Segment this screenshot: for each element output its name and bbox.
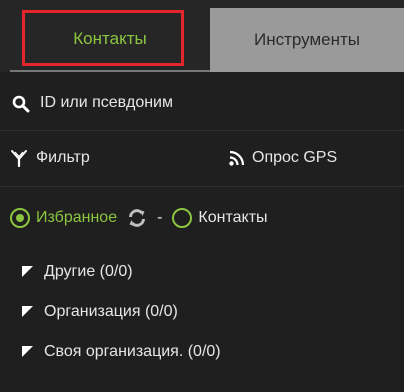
group-item-other[interactable]: Другие (0/0): [22, 256, 133, 288]
contacts-radio[interactable]: [172, 208, 193, 228]
search-icon: [12, 95, 30, 113]
mode-switch: Избранное - Контакты: [10, 200, 268, 236]
group-label: Организация (0/0): [44, 303, 178, 320]
divider: [0, 130, 404, 131]
filter-icon: [11, 150, 27, 167]
favorites-radio[interactable]: [10, 208, 30, 228]
expand-triangle-icon: [22, 266, 33, 277]
expand-triangle-icon: [22, 346, 33, 357]
search-placeholder: ID или псевдоним: [40, 94, 173, 111]
search-input[interactable]: ID или псевдоним: [0, 82, 404, 126]
rss-icon: [229, 150, 245, 166]
group-label: Другие (0/0): [44, 263, 133, 280]
contacts-label[interactable]: Контакты: [198, 209, 267, 227]
mode-separator: -: [157, 209, 163, 226]
filter-label: Фильтр: [36, 149, 90, 166]
favorites-label[interactable]: Избранное: [36, 209, 117, 227]
tab-bar: Контакты Инструменты: [0, 0, 404, 72]
gps-poll-label: Опрос GPS: [252, 149, 338, 166]
refresh-icon[interactable]: [127, 208, 147, 228]
group-label: Своя организация. (0/0): [44, 343, 221, 360]
gps-poll-button[interactable]: Опрос GPS: [228, 140, 337, 176]
tab-contacts[interactable]: Контакты: [10, 8, 210, 72]
filter-button[interactable]: Фильтр: [10, 140, 90, 176]
tab-tools[interactable]: Инструменты: [210, 8, 404, 72]
group-item-own-organization[interactable]: Своя организация. (0/0): [22, 336, 221, 368]
divider: [0, 186, 404, 187]
expand-triangle-icon: [22, 306, 33, 317]
group-item-organization[interactable]: Организация (0/0): [22, 296, 178, 328]
contacts-panel: ID или псевдоним Фильтр Опрос GPS Избран…: [0, 72, 404, 392]
